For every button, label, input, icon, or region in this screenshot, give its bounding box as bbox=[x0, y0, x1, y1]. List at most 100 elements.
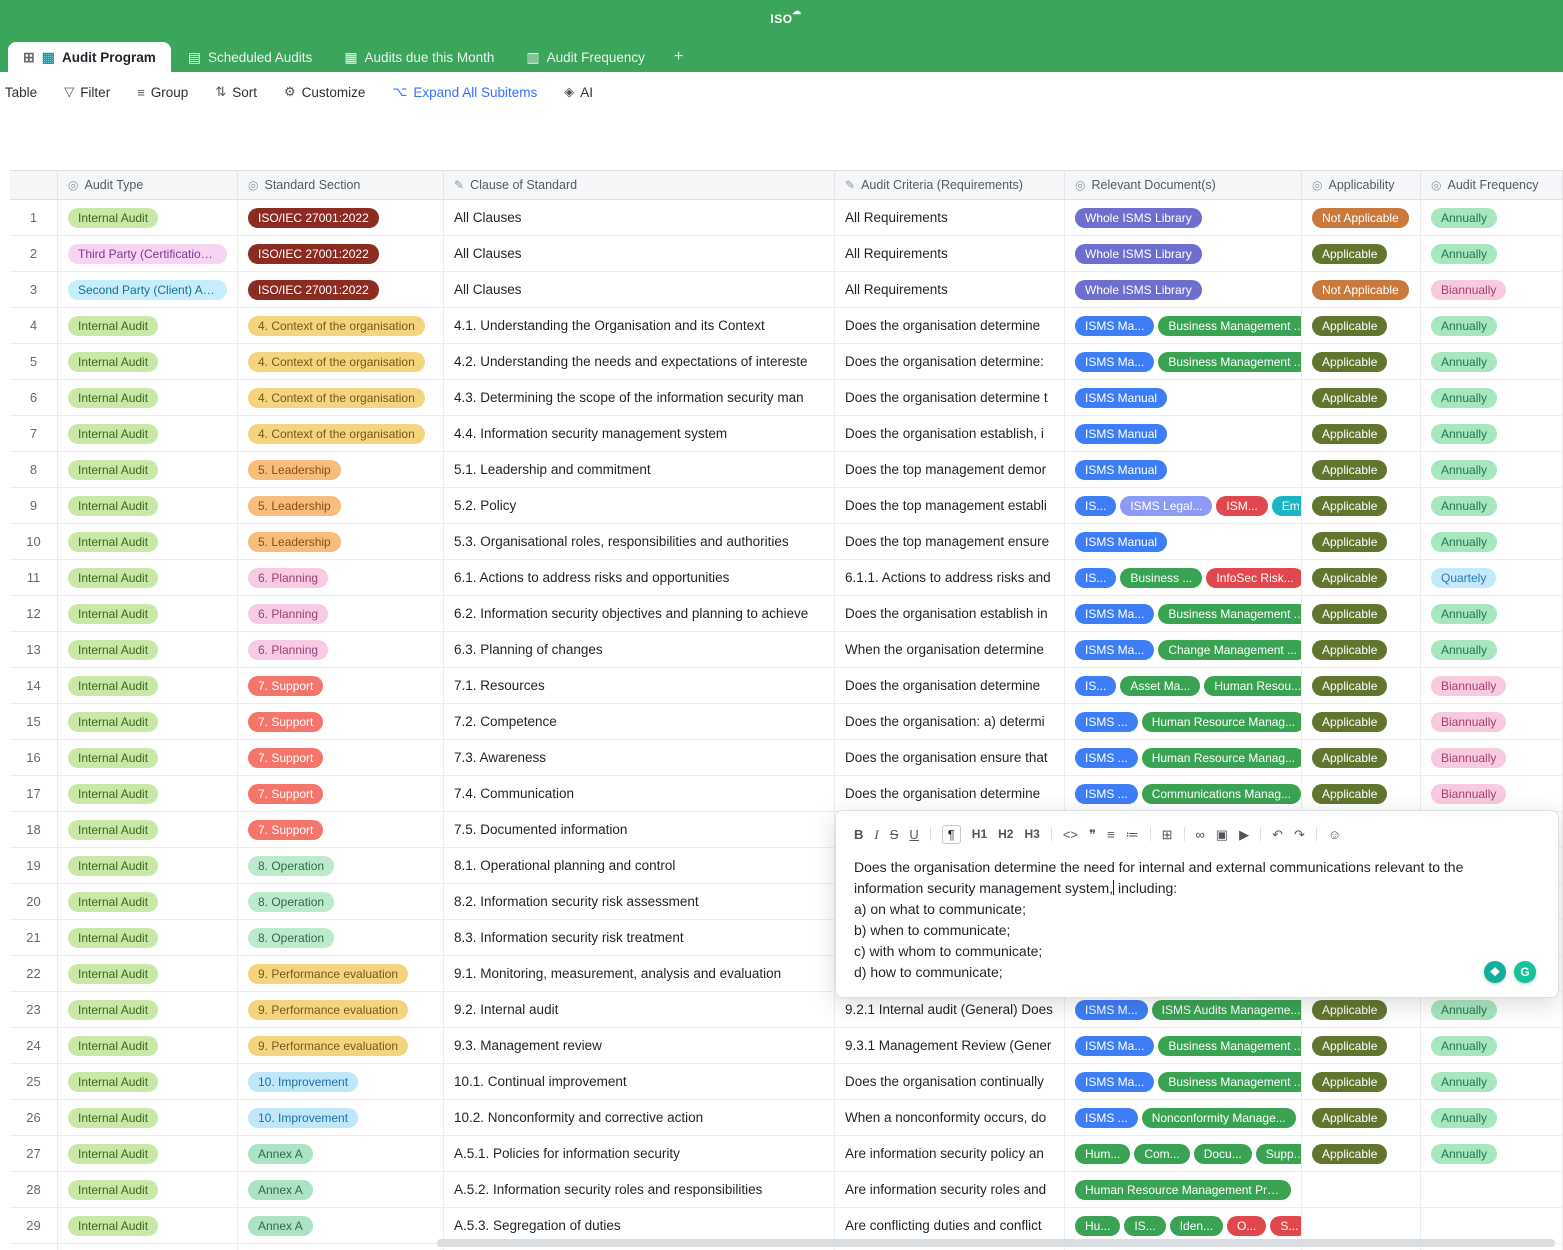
bullet-list-icon[interactable]: ≡ bbox=[1107, 828, 1115, 841]
tag-pill[interactable]: ISMS Manual bbox=[1075, 460, 1167, 480]
tag-pill[interactable]: ISMS Manual bbox=[1075, 388, 1167, 408]
tag-pill[interactable]: Internal Audit bbox=[68, 568, 158, 588]
sort-tool[interactable]: ⇅Sort bbox=[215, 84, 257, 100]
underline-icon[interactable]: U bbox=[909, 828, 918, 841]
tag-pill[interactable]: ISMS ... bbox=[1075, 784, 1138, 804]
tag-pill[interactable]: Internal Audit bbox=[68, 1144, 158, 1164]
tag-pill[interactable]: Human Resou... bbox=[1204, 676, 1302, 696]
audit-type-cell[interactable]: Internal Audit bbox=[58, 1172, 238, 1207]
frequency-cell[interactable]: Annually bbox=[1421, 488, 1563, 523]
tag-pill[interactable]: Business Management ... bbox=[1158, 1072, 1302, 1092]
standard-section-cell[interactable]: 8. Operation bbox=[238, 848, 444, 883]
audit-type-cell[interactable]: Internal Audit bbox=[58, 632, 238, 667]
clause-cell[interactable]: 5.1. Leadership and commitment bbox=[444, 452, 835, 487]
tag-pill[interactable]: Biannually bbox=[1431, 748, 1506, 768]
tag-pill[interactable]: Applicable bbox=[1312, 568, 1387, 588]
tag-pill[interactable]: IS... bbox=[1075, 496, 1116, 516]
documents-cell[interactable]: ISMS Manual bbox=[1065, 524, 1302, 559]
clause-cell[interactable]: 7.1. Resources bbox=[444, 668, 835, 703]
criteria-cell[interactable]: Does the organisation determine bbox=[835, 776, 1065, 811]
audit-type-cell[interactable]: Internal Audit bbox=[58, 1100, 238, 1135]
documents-cell[interactable]: ISMS ...Human Resource Manag... bbox=[1065, 740, 1302, 775]
documents-cell[interactable]: Hum...Com...Docu...Supp... bbox=[1065, 1136, 1302, 1171]
standard-section-cell[interactable]: 5. Leadership bbox=[238, 488, 444, 523]
tag-pill[interactable]: Applicable bbox=[1312, 1000, 1387, 1020]
standard-section-cell[interactable]: 8. Operation bbox=[238, 920, 444, 955]
frequency-cell[interactable]: Annually bbox=[1421, 416, 1563, 451]
tag-pill[interactable]: Annually bbox=[1431, 460, 1497, 480]
image-icon[interactable]: ▣ bbox=[1216, 828, 1228, 841]
applicability-cell[interactable]: Applicable bbox=[1302, 668, 1421, 703]
tag-pill[interactable]: ISMS Legal... bbox=[1120, 496, 1212, 516]
tag-pill[interactable]: Second Party (Client) Audit bbox=[68, 280, 227, 300]
applicability-cell[interactable]: Applicable bbox=[1302, 1064, 1421, 1099]
tag-pill[interactable]: Em... bbox=[1272, 496, 1302, 516]
heading2-icon[interactable]: H2 bbox=[998, 828, 1013, 840]
audit-type-cell[interactable]: Internal Audit bbox=[58, 884, 238, 919]
audit-type-cell[interactable]: Internal Audit bbox=[58, 1244, 238, 1250]
tag-pill[interactable]: ISMS ... bbox=[1075, 1108, 1138, 1128]
tag-pill[interactable]: Iden... bbox=[1170, 1216, 1223, 1236]
tag-pill[interactable]: ISMS Ma... bbox=[1075, 604, 1154, 624]
tag-pill[interactable]: Business Management ... bbox=[1158, 1036, 1302, 1056]
clause-cell[interactable]: A.5.1. Policies for information security bbox=[444, 1136, 835, 1171]
applicability-cell[interactable]: Applicable bbox=[1302, 776, 1421, 811]
tag-pill[interactable]: ISO/IEC 27001:2022 bbox=[248, 208, 379, 228]
standard-section-cell[interactable]: 9. Performance evaluation bbox=[238, 1028, 444, 1063]
tag-pill[interactable]: Annually bbox=[1431, 388, 1497, 408]
documents-cell[interactable]: IS...Asset Ma...Human Resou... bbox=[1065, 668, 1302, 703]
clause-cell[interactable]: A.5.2. Information security roles and re… bbox=[444, 1172, 835, 1207]
tag-pill[interactable]: Human Resource Manag... bbox=[1142, 712, 1302, 732]
numbered-list-icon[interactable]: ≔ bbox=[1126, 828, 1139, 841]
documents-cell[interactable]: Whole ISMS Library bbox=[1065, 200, 1302, 235]
tag-pill[interactable]: ISMS Manual bbox=[1075, 532, 1167, 552]
tag-pill[interactable]: ISMS Ma... bbox=[1075, 640, 1154, 660]
tag-pill[interactable]: 6. Planning bbox=[248, 640, 328, 660]
clause-cell[interactable]: All Clauses bbox=[444, 236, 835, 271]
tag-pill[interactable]: Supp... bbox=[1256, 1144, 1302, 1164]
frequency-cell[interactable]: Annually bbox=[1421, 596, 1563, 631]
tag-pill[interactable]: 6. Planning bbox=[248, 604, 328, 624]
criteria-cell[interactable]: Does the organisation: a) determi bbox=[835, 704, 1065, 739]
tab-audits-due-this-month[interactable]: ▦Audits due this Month bbox=[329, 42, 509, 72]
tag-pill[interactable]: Applicable bbox=[1312, 388, 1387, 408]
tag-pill[interactable]: Internal Audit bbox=[68, 496, 158, 516]
documents-cell[interactable]: Hu...IS...Iden...O...S... bbox=[1065, 1208, 1302, 1243]
tag-pill[interactable]: Internal Audit bbox=[68, 424, 158, 444]
clause-cell[interactable]: 9.3. Management review bbox=[444, 1028, 835, 1063]
tag-pill[interactable]: Annually bbox=[1431, 1108, 1497, 1128]
criteria-cell[interactable]: Does the top management demor bbox=[835, 452, 1065, 487]
tag-pill[interactable]: 8. Operation bbox=[248, 892, 334, 912]
tag-pill[interactable]: ISM... bbox=[1216, 496, 1267, 516]
documents-cell[interactable]: ISMS Manual bbox=[1065, 416, 1302, 451]
tag-pill[interactable]: 4. Context of the organisation bbox=[248, 388, 425, 408]
tag-pill[interactable]: Internal Audit bbox=[68, 388, 158, 408]
tag-pill[interactable]: IS... bbox=[1075, 676, 1116, 696]
criteria-cell[interactable]: Does the organisation determine: bbox=[835, 344, 1065, 379]
add-view-button[interactable]: + bbox=[662, 42, 695, 72]
standard-section-cell[interactable]: 4. Context of the organisation bbox=[238, 416, 444, 451]
audit-type-cell[interactable]: Internal Audit bbox=[58, 1064, 238, 1099]
tag-pill[interactable]: Docu... bbox=[1194, 1144, 1252, 1164]
insert-table-icon[interactable]: ⊞ bbox=[1162, 828, 1173, 841]
tag-pill[interactable]: Annually bbox=[1431, 496, 1497, 516]
documents-cell[interactable]: ISMS Ma...Business Management ... bbox=[1065, 308, 1302, 343]
strikethrough-icon[interactable]: S bbox=[890, 828, 899, 841]
standard-section-cell[interactable]: 10. Improvement bbox=[238, 1100, 444, 1135]
audit-type-cell[interactable]: Internal Audit bbox=[58, 344, 238, 379]
clause-cell[interactable]: 6.1. Actions to address risks and opport… bbox=[444, 560, 835, 595]
audit-type-cell[interactable]: Internal Audit bbox=[58, 956, 238, 991]
audit-type-cell[interactable]: Internal Audit bbox=[58, 668, 238, 703]
tag-pill[interactable]: Annually bbox=[1431, 352, 1497, 372]
frequency-cell[interactable]: Annually bbox=[1421, 1064, 1563, 1099]
applicability-cell[interactable]: Applicable bbox=[1302, 380, 1421, 415]
row-number-header[interactable] bbox=[10, 171, 58, 199]
clause-cell[interactable]: 4.4. Information security management sys… bbox=[444, 416, 835, 451]
standard-section-cell[interactable]: 5. Leadership bbox=[238, 524, 444, 559]
frequency-cell[interactable]: Annually bbox=[1421, 632, 1563, 667]
applicability-cell[interactable]: Not Applicable bbox=[1302, 272, 1421, 307]
applicability-cell[interactable]: Applicable bbox=[1302, 560, 1421, 595]
tag-pill[interactable]: 4. Context of the organisation bbox=[248, 352, 425, 372]
frequency-cell[interactable]: Annually bbox=[1421, 1100, 1563, 1135]
audit-type-cell[interactable]: Internal Audit bbox=[58, 596, 238, 631]
